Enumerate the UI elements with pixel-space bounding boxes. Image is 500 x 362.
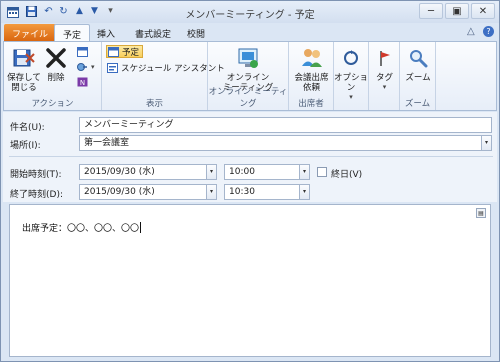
text-cursor [140, 222, 142, 233]
group-show: 予定 スケジュール アシスタント 表示 [102, 42, 225, 110]
subject-label: 件名(U): [10, 123, 45, 133]
start-time-value: 10:00 [229, 167, 255, 177]
options-dropdown-icon: ▾ [349, 93, 353, 102]
group-options: オプション ▾ [334, 42, 369, 110]
body-text-line: 出席予定：〇〇、〇〇、〇〇 [22, 221, 142, 234]
appointment-view-button[interactable]: 予定 [106, 45, 144, 58]
zoom-button[interactable]: ズーム [403, 45, 433, 83]
delete-label: 削除 [47, 73, 65, 83]
group-zoom-label: ズーム [404, 99, 431, 109]
start-time-dropdown-icon[interactable]: ▾ [299, 165, 309, 179]
ribbon: 保存して 閉じる 削除 ▾ N アクション 予定 スケジュール アシスタント 表… [3, 41, 497, 111]
magnifier-icon [405, 45, 431, 71]
appointment-form: 件名(U): メンバーミーティング 場所(I): 第一会議室 ▾ 開始時刻(T)… [3, 112, 497, 202]
calendar-small-button[interactable] [76, 45, 91, 58]
appointment-view-label: 予定 [122, 47, 140, 58]
delete-button[interactable]: 削除 [45, 45, 67, 83]
location-dropdown-icon[interactable]: ▾ [481, 136, 491, 150]
restore-button[interactable]: ▣ [445, 3, 469, 19]
onenote-icon: N [76, 76, 88, 87]
all-day-label: 終日(V) [331, 170, 363, 180]
form-separator [9, 156, 493, 157]
forward-dropdown-icon: ▾ [91, 62, 95, 71]
group-zoom: ズーム ズーム [400, 42, 436, 110]
zoom-label: ズーム [405, 73, 431, 83]
options-icon [338, 45, 364, 71]
start-date-dropdown-icon[interactable]: ▾ [206, 165, 216, 179]
tab-review[interactable]: 校閲 [179, 24, 213, 42]
calendar-small-icon [76, 46, 88, 57]
options-label: オプション [334, 73, 369, 94]
end-date-value: 2015/09/30 (水) [84, 187, 155, 197]
end-date-dropdown-icon[interactable]: ▾ [206, 185, 216, 199]
forward-icon [76, 61, 88, 72]
end-date-picker[interactable]: 2015/09/30 (水) ▾ [79, 184, 217, 200]
group-online-meeting: オンライン ミーティング オンライン ミーティング [208, 42, 289, 110]
close-button[interactable]: ✕ [471, 3, 495, 19]
save-close-icon [11, 45, 37, 71]
appointment-icon [107, 46, 119, 57]
invite-attendees-button[interactable]: 会議出席 依頼 [292, 45, 331, 93]
svg-text:N: N [79, 79, 84, 87]
ribbon-tab-bar: ファイル 予定 挿入 書式設定 校閲 △ ? [1, 23, 499, 42]
start-time-picker[interactable]: 10:00 ▾ [224, 164, 310, 180]
end-time-value: 10:30 [229, 187, 255, 197]
location-value: 第一会議室 [84, 138, 130, 148]
minimize-button[interactable]: ─ [419, 3, 443, 19]
onenote-button[interactable]: N [76, 75, 91, 88]
start-date-value: 2015/09/30 (水) [84, 167, 155, 177]
delete-icon [43, 45, 69, 71]
tab-file[interactable]: ファイル [4, 24, 57, 42]
body-text: 出席予定：〇〇、〇〇、〇〇 [22, 224, 140, 234]
invite-attendees-label: 会議出席 依頼 [294, 73, 329, 94]
title-bar: ↶ ↻ ▲ ▼ ▾ メンバーミーティング - 予定 ─ ▣ ✕ [1, 1, 499, 23]
forward-button[interactable]: ▾ [76, 60, 95, 73]
location-input[interactable]: 第一会議室 ▾ [79, 135, 492, 151]
end-time-picker[interactable]: 10:30 ▾ [224, 184, 310, 200]
tags-label: タグ [375, 73, 393, 83]
tab-appointment[interactable]: 予定 [54, 24, 91, 42]
group-attendees: 会議出席 依頼 出席者 [289, 42, 334, 110]
scheduling-icon [106, 62, 118, 73]
tags-dropdown-icon: ▾ [382, 83, 387, 92]
end-time-dropdown-icon[interactable]: ▾ [299, 185, 309, 199]
tab-format[interactable]: 書式設定 [127, 24, 179, 42]
start-date-picker[interactable]: 2015/09/30 (水) ▾ [79, 164, 217, 180]
tag-flag-icon [372, 45, 398, 71]
all-day-checkbox[interactable] [317, 167, 327, 177]
group-show-label: 表示 [145, 99, 163, 109]
collapse-ribbon-icon[interactable]: △ [467, 26, 475, 37]
appointment-window: ↶ ↻ ▲ ▼ ▾ メンバーミーティング - 予定 ─ ▣ ✕ ファイル 予定 … [0, 0, 500, 362]
tab-insert[interactable]: 挿入 [89, 24, 123, 42]
group-tags: タグ ▾ [369, 42, 400, 110]
group-attendees-label: 出席者 [298, 99, 324, 109]
group-online-meeting-label: オンライン ミーティング [208, 87, 288, 109]
start-time-label: 開始時刻(T): [10, 170, 62, 180]
save-and-close-label: 保存して 閉じる [7, 73, 41, 94]
scheduling-assistant-button[interactable]: スケジュール アシスタント [106, 61, 225, 74]
save-and-close-button[interactable]: 保存して 閉じる [7, 45, 41, 93]
group-actions: 保存して 閉じる 削除 ▾ N アクション [4, 42, 102, 110]
online-meeting-icon [235, 45, 261, 71]
tags-button[interactable]: タグ ▾ [372, 45, 397, 92]
location-label: 場所(I): [10, 141, 41, 151]
subject-input[interactable]: メンバーミーティング [79, 117, 492, 133]
options-button[interactable]: オプション ▾ [334, 45, 368, 102]
end-time-label: 終了時刻(D): [10, 190, 63, 200]
invite-attendees-icon [299, 45, 325, 71]
body-editor[interactable]: ▤ 出席予定：〇〇、〇〇、〇〇 [9, 204, 491, 357]
group-actions-label: アクション [31, 99, 74, 109]
editor-options-icon[interactable]: ▤ [476, 208, 486, 218]
help-icon[interactable]: ? [483, 26, 494, 37]
